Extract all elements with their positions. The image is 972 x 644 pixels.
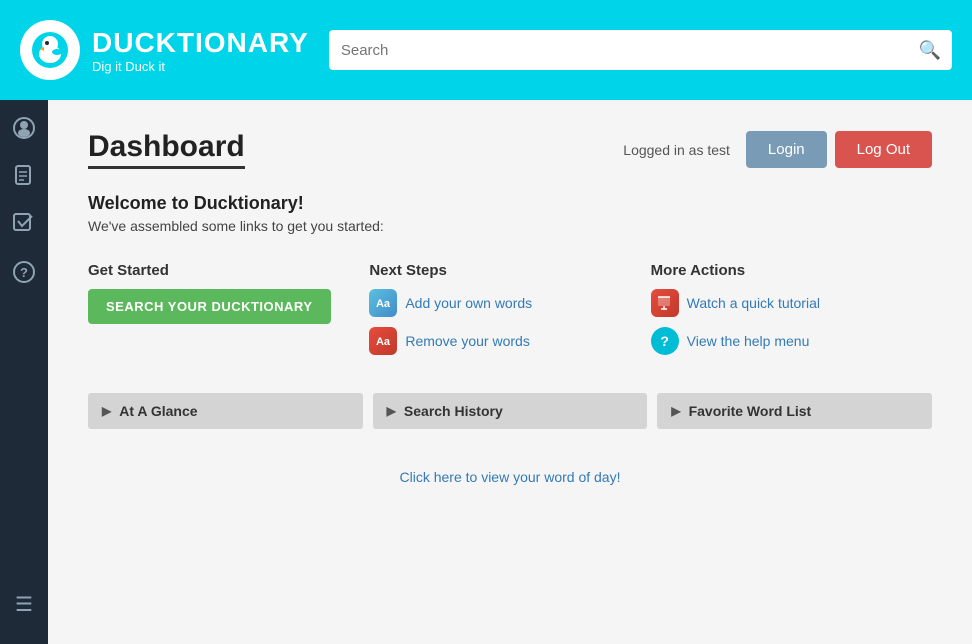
- welcome-title: Welcome to Ducktionary!: [88, 193, 932, 214]
- remove-words-label: Remove your words: [405, 333, 530, 349]
- next-steps-col: Next Steps Aa Add your own words Aa Remo…: [369, 262, 650, 365]
- header: DUCKTIONARY Dig it Duck it 🔍: [0, 0, 972, 100]
- accordion-favorite-word-list-label: Favorite Word List: [689, 403, 812, 419]
- sidebar-item-document[interactable]: [4, 158, 44, 198]
- search-button[interactable]: 🔍: [908, 30, 952, 70]
- remove-words-icon: Aa: [369, 327, 397, 355]
- search-ducktionary-button[interactable]: SEARCH YOUR DUCKTIONARY: [88, 289, 331, 324]
- accordion-search-history-label: Search History: [404, 403, 503, 419]
- accordion-favorite-word-list[interactable]: ▶ Favorite Word List: [657, 393, 932, 429]
- svg-text:Aa: Aa: [376, 298, 391, 310]
- dashboard-header: Dashboard Logged in as test Login Log Ou…: [88, 130, 932, 169]
- help-menu-link[interactable]: ? View the help menu: [651, 327, 932, 355]
- word-of-day-link[interactable]: Click here to view your word of day!: [400, 469, 621, 485]
- accordion-search-history-header[interactable]: ▶ Search History: [373, 393, 648, 429]
- get-started-col: Get Started SEARCH YOUR DUCKTIONARY: [88, 262, 369, 365]
- logo-subtitle: Dig it Duck it: [92, 59, 309, 74]
- duck-nav-icon: [13, 117, 35, 144]
- main-layout: ? ☰ Dashboard Logged in as test Login Lo…: [0, 100, 972, 644]
- duck-svg: [30, 30, 70, 70]
- accordion-at-a-glance-label: At A Glance: [119, 403, 197, 419]
- accordion-at-a-glance[interactable]: ▶ At A Glance: [88, 393, 363, 429]
- add-words-label: Add your own words: [405, 295, 532, 311]
- add-words-icon: Aa: [369, 289, 397, 317]
- accordion-row: ▶ At A Glance ▶ Search History ▶ Favorit…: [88, 393, 932, 429]
- login-button[interactable]: Login: [746, 131, 827, 168]
- tutorial-icon: [651, 289, 679, 317]
- logo-title: DUCKTIONARY: [92, 27, 309, 59]
- sidebar-item-menu[interactable]: ☰: [4, 584, 44, 624]
- accordion-search-history[interactable]: ▶ Search History: [373, 393, 648, 429]
- remove-words-link[interactable]: Aa Remove your words: [369, 327, 650, 355]
- menu-nav-icon: ☰: [15, 592, 33, 617]
- actions-grid: Get Started SEARCH YOUR DUCKTIONARY Next…: [88, 262, 932, 365]
- welcome-subtitle: We've assembled some links to get you st…: [88, 218, 932, 234]
- dashboard-title-wrap: Dashboard: [88, 130, 623, 169]
- more-actions-col: More Actions Watch a quick tutorial: [651, 262, 932, 365]
- sidebar-item-duck[interactable]: [4, 110, 44, 150]
- svg-text:Aa: Aa: [376, 336, 391, 348]
- tutorial-label: Watch a quick tutorial: [687, 295, 820, 311]
- sidebar: ? ☰: [0, 100, 48, 644]
- content-area: Dashboard Logged in as test Login Log Ou…: [48, 100, 972, 644]
- add-words-link[interactable]: Aa Add your own words: [369, 289, 650, 317]
- accordion-at-a-glance-header[interactable]: ▶ At A Glance: [88, 393, 363, 429]
- footer-section: Click here to view your word of day!: [88, 469, 932, 487]
- logo-text: DUCKTIONARY Dig it Duck it: [92, 27, 309, 74]
- edit-nav-icon: [13, 213, 35, 240]
- next-steps-title: Next Steps: [369, 262, 650, 279]
- sidebar-item-edit[interactable]: [4, 206, 44, 246]
- help-nav-icon: ?: [13, 261, 35, 288]
- accordion-search-history-arrow: ▶: [387, 404, 396, 418]
- duck-logo: [20, 20, 80, 80]
- login-status: Logged in as test: [623, 142, 730, 158]
- search-input[interactable]: [329, 30, 952, 70]
- document-nav-icon: [14, 165, 34, 192]
- logo-area: DUCKTIONARY Dig it Duck it: [20, 20, 309, 80]
- help-menu-label: View the help menu: [687, 333, 810, 349]
- more-actions-title: More Actions: [651, 262, 932, 279]
- accordion-at-a-glance-arrow: ▶: [102, 404, 111, 418]
- sidebar-item-help[interactable]: ?: [4, 254, 44, 294]
- svg-text:?: ?: [20, 265, 28, 280]
- accordion-favorite-word-list-header[interactable]: ▶ Favorite Word List: [657, 393, 932, 429]
- accordion-favorite-word-list-arrow: ▶: [671, 404, 680, 418]
- page-title: Dashboard: [88, 130, 245, 169]
- logout-button[interactable]: Log Out: [835, 131, 932, 168]
- get-started-title: Get Started: [88, 262, 369, 279]
- help-menu-icon: ?: [651, 327, 679, 355]
- search-icon: 🔍: [919, 40, 941, 61]
- welcome-section: Welcome to Ducktionary! We've assembled …: [88, 193, 932, 234]
- search-bar: 🔍: [329, 30, 952, 70]
- tutorial-link[interactable]: Watch a quick tutorial: [651, 289, 932, 317]
